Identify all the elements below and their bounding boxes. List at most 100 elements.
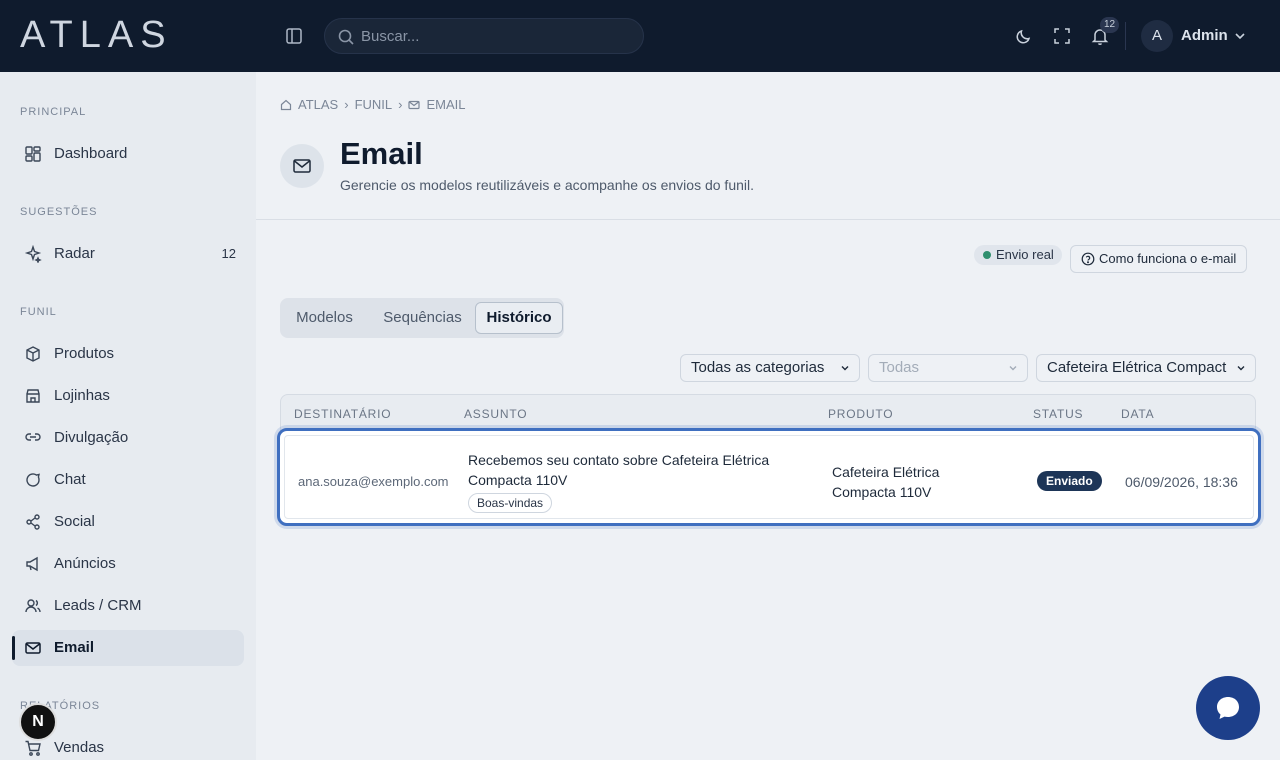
sidebar-item-label: Email — [54, 639, 95, 656]
column-header-subject: ASSUNTO — [464, 407, 528, 421]
status-dot — [983, 251, 991, 259]
notification-badge: 12 — [1100, 17, 1120, 33]
table-row[interactable]: ana.souza@exemplo.com Recebemos seu cont… — [277, 428, 1261, 526]
sidebar-item-leads-crm[interactable]: Leads / CRM — [12, 588, 244, 624]
category-select[interactable]: Todas as categorias — [680, 354, 860, 382]
real-send-label: Envio real — [996, 247, 1054, 262]
sidebar-item-count: 12 — [221, 246, 236, 261]
sidebar: PRINCIPAL Dashboard SUGESTÕES Radar 12 F… — [0, 72, 256, 760]
status-select-value: Todas — [879, 359, 920, 376]
mail-icon — [293, 159, 311, 173]
link-icon — [25, 433, 41, 441]
fullscreen-icon[interactable] — [1052, 26, 1072, 46]
tab-list: Modelos Sequências Histórico — [280, 298, 564, 338]
page-subtitle: Gerencie os modelos reutilizáveis e acom… — [340, 177, 755, 193]
column-header-product: PRODUTO — [828, 407, 894, 421]
chevron-down-icon — [841, 366, 849, 371]
sidebar-item-label: Anúncios — [54, 555, 116, 572]
howto-button[interactable]: Como funciona o e-mail — [1070, 245, 1248, 273]
top-bar: ATLAS 12 A Admin — [0, 0, 1280, 72]
sidebar-item-anuncios[interactable]: Anúncios — [12, 546, 244, 582]
breadcrumb-item-atlas[interactable]: ATLAS — [298, 97, 338, 112]
dev-tools-badge[interactable]: N — [19, 703, 57, 741]
sidebar-item-email[interactable]: Email — [12, 630, 244, 666]
share-icon — [26, 514, 40, 530]
breadcrumb-item-funil[interactable]: FUNIL — [355, 97, 393, 112]
subject-cell: Recebemos seu contato sobre Cafeteira El… — [468, 452, 770, 488]
date-cell: 06/09/2026, 18:36 — [1125, 474, 1238, 490]
howto-label: Como funciona o e-mail — [1099, 251, 1237, 266]
sidebar-item-label: Social — [54, 513, 95, 530]
sidebar-item-label: Divulgação — [54, 429, 129, 446]
sparkles-icon — [24, 245, 42, 263]
tab-historico[interactable]: Histórico — [475, 302, 563, 334]
tab-modelos[interactable]: Modelos — [284, 302, 365, 334]
cart-icon — [25, 740, 41, 756]
status-select[interactable]: Todas — [868, 354, 1028, 382]
box-icon — [26, 346, 40, 362]
breadcrumb-item-email: EMAIL — [426, 97, 466, 112]
search-icon — [338, 29, 354, 45]
sidebar-item-label: Vendas — [54, 739, 105, 756]
chevron-down-icon[interactable] — [1232, 28, 1248, 44]
users-icon — [25, 599, 41, 613]
history-table: DESTINATÁRIO ASSUNTO PRODUTO STATUS DATA… — [277, 394, 1261, 526]
column-header-date: DATA — [1121, 407, 1155, 421]
status-badge: Enviado — [1037, 471, 1102, 491]
sidebar-item-label: Dashboard — [54, 145, 128, 162]
sidebar-item-divulgacao[interactable]: Divulgação — [12, 420, 244, 456]
column-header-recipient: DESTINATÁRIO — [294, 407, 392, 421]
sidebar-toggle-icon[interactable] — [284, 26, 304, 46]
mail-icon — [25, 642, 41, 654]
sidebar-item-label: Chat — [54, 471, 86, 488]
sidebar-item-chat[interactable]: Chat — [12, 462, 244, 498]
sidebar-item-label: Radar — [54, 245, 95, 262]
page-title: Email — [340, 136, 423, 171]
user-name[interactable]: Admin — [1181, 27, 1228, 44]
recipient-cell: ana.souza@exemplo.com — [298, 474, 449, 489]
table-row-body: ana.souza@exemplo.com Recebemos seu cont… — [284, 435, 1254, 519]
main-content: ATLAS › FUNIL › EMAIL Email Gerencie os … — [256, 72, 1280, 760]
real-send-badge: Envio real — [974, 245, 1062, 265]
category-select-value: Todas as categorias — [691, 359, 825, 376]
store-icon — [26, 389, 40, 403]
sidebar-item-radar[interactable]: Radar 12 — [12, 236, 244, 272]
column-header-status: STATUS — [1033, 407, 1084, 421]
sidebar-item-dashboard[interactable]: Dashboard — [12, 136, 244, 172]
moon-icon[interactable] — [1014, 26, 1034, 46]
template-tag: Boas-vindas — [468, 493, 553, 513]
section-label-principal: PRINCIPAL — [20, 106, 87, 118]
dashboard-icon — [25, 146, 41, 162]
chevron-down-icon — [1009, 366, 1017, 371]
megaphone-icon — [26, 556, 38, 572]
product-cell: Cafeteira Elétrica Compacta 110V — [832, 464, 940, 500]
help-circle-icon — [1081, 252, 1095, 266]
chat-icon — [26, 473, 40, 487]
header-divider — [256, 219, 1280, 220]
breadcrumb-separator: › — [344, 97, 349, 112]
search-box[interactable] — [324, 18, 644, 54]
chevron-down-icon — [1237, 366, 1245, 371]
topbar-divider — [1125, 22, 1126, 50]
section-label-funil: FUNIL — [20, 306, 57, 318]
product-select[interactable]: Cafeteira Elétrica Compact — [1036, 354, 1256, 382]
search-input[interactable] — [361, 19, 631, 53]
sidebar-item-lojinhas[interactable]: Lojinhas — [12, 378, 244, 414]
sidebar-item-label: Leads / CRM — [54, 597, 142, 614]
product-select-value: Cafeteira Elétrica Compact — [1047, 359, 1227, 376]
chat-launcher-button[interactable] — [1196, 676, 1260, 740]
mail-icon — [408, 100, 421, 109]
tab-sequencias[interactable]: Sequências — [369, 302, 476, 334]
sidebar-item-produtos[interactable]: Produtos — [12, 336, 244, 372]
breadcrumb: ATLAS › FUNIL › EMAIL — [280, 97, 465, 112]
sidebar-item-social[interactable]: Social — [12, 504, 244, 540]
section-label-sugestoes: SUGESTÕES — [20, 206, 98, 218]
home-icon — [280, 99, 292, 110]
avatar[interactable]: A — [1141, 20, 1173, 52]
chat-bubble-icon — [1217, 697, 1239, 719]
page-icon — [280, 144, 324, 188]
breadcrumb-separator: › — [398, 97, 403, 112]
sidebar-item-label: Lojinhas — [54, 387, 110, 404]
sidebar-item-label: Produtos — [54, 345, 115, 362]
app-logo[interactable]: ATLAS — [20, 14, 173, 57]
